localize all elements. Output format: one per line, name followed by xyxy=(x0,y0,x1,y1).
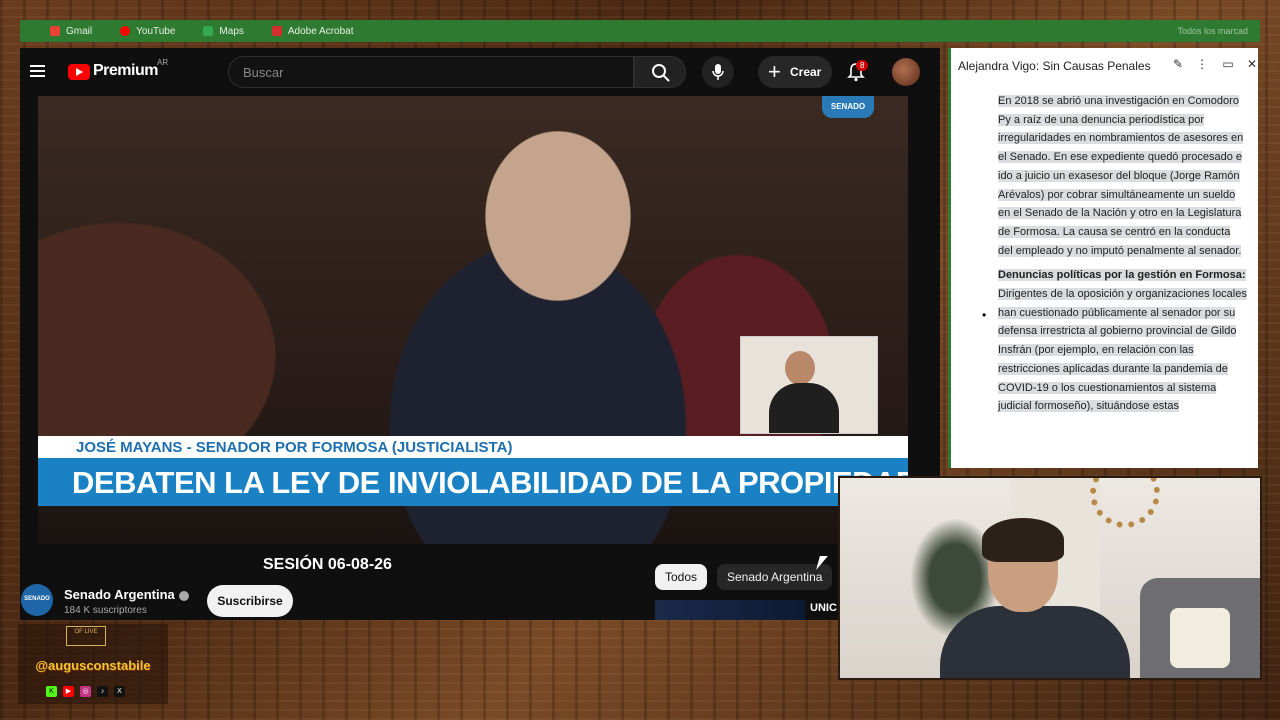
side-panel: Alejandra Vigo: Sin Causas Penales ✎ ⋮ ▭… xyxy=(948,48,1258,468)
bookmark-youtube[interactable]: YouTube xyxy=(120,26,175,37)
sign-language-interpreter-inset xyxy=(740,336,878,434)
pillow xyxy=(1170,608,1230,668)
gmail-icon xyxy=(50,26,60,36)
bookmark-label: Gmail xyxy=(66,25,93,37)
x-icon: X xyxy=(114,686,125,697)
bullet-text: Dirigentes de la oposición y organizacio… xyxy=(998,288,1247,413)
panel-content: En 2018 se abrió una investigación en Co… xyxy=(998,92,1248,416)
kick-icon: K xyxy=(46,686,57,697)
verified-icon xyxy=(178,590,189,601)
menu-icon[interactable] xyxy=(30,65,45,77)
search-icon xyxy=(652,64,670,82)
close-icon[interactable]: ✕ xyxy=(1246,58,1258,70)
senado-tv-logo: SENADO xyxy=(822,96,874,118)
bookmark-gmail[interactable]: Gmail xyxy=(50,26,92,37)
microphone-icon xyxy=(712,64,724,80)
open-in-new-window-icon[interactable]: ▭ xyxy=(1222,58,1234,70)
bullet-marker: • xyxy=(982,308,987,322)
social-icons: K ▶ ◎ ♪ X xyxy=(46,686,125,697)
youtube-icon xyxy=(120,26,131,36)
notification-badge: 8 xyxy=(856,60,869,71)
bookmark-label: Maps xyxy=(219,25,244,37)
lower-third-headline: DEBATEN LA LEY DE INVIOLABILIDAD DE LA P… xyxy=(38,458,908,506)
youtube-header: Premium AR Buscar Crear 8 xyxy=(20,48,940,96)
bookmark-label: Adobe Acrobat xyxy=(287,25,354,37)
country-code: AR xyxy=(157,58,169,67)
subscribe-button[interactable]: Suscribirse xyxy=(207,585,293,617)
webcam-overlay xyxy=(838,476,1262,680)
bookmark-label: YouTube xyxy=(136,25,176,37)
youtube-window: Premium AR Buscar Crear 8 SENADO JOSÉ MA… xyxy=(20,48,940,620)
recommended-video-title[interactable]: UNIC xyxy=(810,602,837,614)
create-button[interactable]: Crear xyxy=(758,56,832,88)
panel-title: Alejandra Vigo: Sin Causas Penales xyxy=(958,59,1151,73)
subscriber-count: 184 K suscriptores xyxy=(64,605,147,616)
edit-icon[interactable]: ✎ xyxy=(1172,58,1184,70)
instagram-icon: ◎ xyxy=(80,686,91,697)
lower-third-speaker: JOSÉ MAYANS - SENADOR POR FORMOSA (JUSTI… xyxy=(38,436,908,458)
tiktok-icon: ♪ xyxy=(97,686,108,697)
all-bookmarks-link[interactable]: Todos los marcad xyxy=(1177,26,1248,36)
brand-crest: OF LIVE xyxy=(66,626,106,646)
bookmarks-bar: Gmail YouTube Maps Adobe Acrobat Todos l… xyxy=(20,20,1260,42)
bullet-heading: Denuncias políticas por la gestión en Fo… xyxy=(998,269,1246,282)
panel-edge xyxy=(948,48,951,468)
youtube-social-icon: ▶ xyxy=(63,686,74,697)
user-avatar[interactable] xyxy=(892,58,920,86)
chip-senado-argentina[interactable]: Senado Argentina xyxy=(717,564,833,590)
acrobat-icon xyxy=(271,26,282,36)
stream-brand-overlay: OF LIVE @augusconstabile K ▶ ◎ ♪ X xyxy=(18,624,168,704)
youtube-logo-icon[interactable] xyxy=(68,64,90,80)
streamer-torso xyxy=(940,606,1130,678)
channel-avatar[interactable]: SENADO xyxy=(21,584,53,616)
sunburst-mirror xyxy=(1090,478,1160,528)
youtube-brand[interactable]: Premium xyxy=(93,62,158,80)
search-input[interactable]: Buscar xyxy=(228,56,634,88)
chip-todos[interactable]: Todos xyxy=(655,564,708,590)
panel-paragraph: En 2018 se abrió una investigación en Co… xyxy=(998,95,1244,257)
brand-handle: @augusconstabile xyxy=(35,658,151,673)
bookmark-acrobat[interactable]: Adobe Acrobat xyxy=(271,25,354,37)
channel-name-text[interactable]: Senado Argentina xyxy=(64,587,175,602)
streamer-hair xyxy=(982,518,1064,562)
voice-search-button[interactable] xyxy=(702,56,734,88)
more-options-icon[interactable]: ⋮ xyxy=(1196,58,1208,70)
video-title: SESIÓN 06-08-26 xyxy=(263,556,392,573)
video-player[interactable]: SENADO JOSÉ MAYANS - SENADOR POR FORMOSA… xyxy=(38,96,908,544)
channel-name[interactable]: Senado Argentina xyxy=(64,587,189,602)
recommended-video-thumbnail[interactable] xyxy=(655,600,805,620)
search-button[interactable] xyxy=(634,56,686,88)
bookmark-maps[interactable]: Maps xyxy=(203,25,244,37)
maps-icon xyxy=(203,26,214,36)
